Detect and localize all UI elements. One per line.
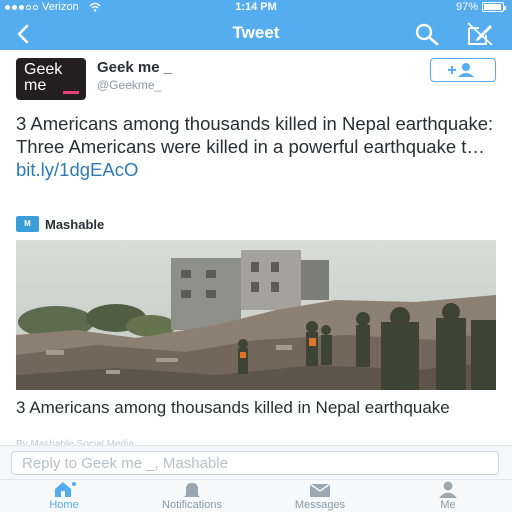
earthquake-photo	[16, 240, 496, 390]
tab-me[interactable]: Me	[412, 480, 484, 512]
envelope-icon	[309, 483, 331, 497]
avatar-accent-bar	[63, 91, 79, 94]
battery-indicator: 97%	[455, 1, 506, 13]
tab-notifications[interactable]: Notifications	[140, 480, 244, 512]
card-headline[interactable]: 3 Americans among thousands killed in Ne…	[16, 397, 496, 418]
tweet-text: 3 Americans among thousands killed in Ne…	[16, 112, 498, 181]
tab-messages[interactable]: Messages	[278, 480, 362, 512]
compose-icon[interactable]	[466, 21, 494, 47]
tweet-author[interactable]: Geek me Geek me _ @Geekme_	[16, 58, 496, 103]
battery-icon	[482, 2, 506, 12]
source-name[interactable]: Mashable	[45, 217, 104, 232]
mashable-logo-icon: M	[16, 216, 39, 232]
avatar[interactable]: Geek me	[16, 58, 86, 100]
follow-button[interactable]	[430, 58, 496, 82]
author-handle[interactable]: @Geekme_	[97, 78, 161, 92]
tweet-link[interactable]: bit.ly/1dgEAcO	[16, 159, 138, 180]
tab-label: Notifications	[162, 499, 222, 511]
tab-bar: Home Notifications Messages Me	[0, 479, 512, 512]
reply-input[interactable]	[11, 451, 499, 475]
bell-icon	[184, 483, 200, 497]
search-icon[interactable]	[414, 22, 440, 46]
tab-home[interactable]: Home	[28, 480, 100, 512]
author-name[interactable]: Geek me _	[97, 59, 172, 76]
person-icon	[439, 481, 457, 498]
top-bar: Verizon 1:14 PM 97% Tweet	[0, 0, 512, 50]
status-time: 1:14 PM	[235, 1, 277, 13]
home-icon	[55, 482, 76, 497]
add-user-icon	[448, 63, 474, 77]
tab-label: Me	[440, 499, 456, 511]
avatar-text-line1: Geek	[24, 61, 63, 78]
tweet-body: 3 Americans among thousands killed in Ne…	[16, 113, 494, 157]
tab-label: Messages	[294, 499, 346, 511]
reply-bar	[0, 445, 512, 479]
card-image[interactable]	[16, 240, 496, 390]
avatar-text-line2: me	[24, 77, 47, 94]
status-bar: Verizon 1:14 PM 97%	[0, 0, 512, 15]
battery-percent: 97%	[455, 1, 478, 13]
nav-bar: Tweet	[0, 17, 512, 50]
card-source[interactable]: M Mashable	[16, 216, 104, 232]
tab-label: Home	[49, 499, 79, 511]
